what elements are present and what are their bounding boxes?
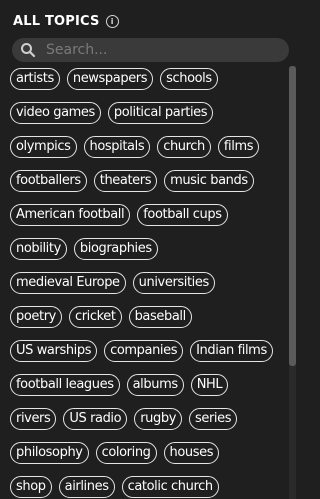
- topic-tag[interactable]: Indian films: [190, 340, 273, 362]
- topic-tag[interactable]: houses: [163, 442, 220, 464]
- topic-tag[interactable]: olympics: [10, 136, 77, 158]
- scroll-thumb[interactable]: [289, 66, 296, 366]
- tag-row: olympics hospitals church films: [10, 136, 288, 158]
- topics-title: ALL TOPICS: [13, 13, 100, 29]
- topic-tag[interactable]: video games: [10, 102, 101, 124]
- topic-tag[interactable]: political parties: [107, 102, 214, 124]
- tag-row: US warships companies Indian films: [10, 340, 288, 362]
- topic-tag[interactable]: hospitals: [83, 136, 151, 158]
- topic-tag[interactable]: football cups: [137, 204, 228, 226]
- topics-header: ALL TOPICS i: [13, 11, 119, 31]
- topic-tag[interactable]: nobility: [10, 238, 67, 260]
- topic-tag[interactable]: companies: [104, 340, 184, 362]
- topic-tag[interactable]: albums: [126, 374, 184, 396]
- tag-row: footballers theaters music bands: [10, 170, 288, 192]
- tag-row: shop airlines catolic church: [10, 476, 288, 498]
- topic-tag[interactable]: footballers: [10, 170, 87, 192]
- search-icon: [21, 43, 36, 58]
- tag-row: artists newspapers schools: [10, 68, 288, 90]
- topic-tag[interactable]: football leagues: [10, 374, 120, 396]
- tag-row: poetry cricket baseball: [10, 306, 288, 328]
- tag-row: medieval Europe universities: [10, 272, 288, 294]
- tag-row: rivers US radio rugby series: [10, 408, 288, 430]
- topic-tag[interactable]: shop: [10, 476, 52, 498]
- topic-tag[interactable]: poetry: [10, 306, 62, 328]
- topic-tag[interactable]: schools: [160, 68, 218, 90]
- topic-tag[interactable]: series: [189, 408, 238, 430]
- topic-tag[interactable]: music bands: [164, 170, 254, 192]
- topic-tag[interactable]: American football: [10, 204, 131, 226]
- topic-tag[interactable]: US warships: [10, 340, 98, 362]
- scrollbar[interactable]: [289, 66, 296, 499]
- topic-tag[interactable]: coloring: [95, 442, 157, 464]
- topic-tag[interactable]: rugby: [134, 408, 182, 430]
- topic-tag[interactable]: US radio: [63, 408, 128, 430]
- topic-tag-list: artists newspapers schools video games polit…: [10, 68, 288, 498]
- search-input[interactable]: [44, 41, 268, 59]
- topic-tag[interactable]: artists: [10, 68, 60, 90]
- topic-tag[interactable]: airlines: [58, 476, 115, 498]
- topic-tag[interactable]: biographies: [73, 238, 158, 260]
- tag-row: American football football cups: [10, 204, 288, 226]
- topic-tag[interactable]: newspapers: [66, 68, 154, 90]
- topic-tag[interactable]: films: [217, 136, 260, 158]
- topic-tag[interactable]: catolic church: [121, 476, 219, 498]
- topic-tag[interactable]: church: [157, 136, 211, 158]
- tag-row: philosophy coloring houses: [10, 442, 288, 464]
- topic-tag[interactable]: baseball: [128, 306, 192, 328]
- topic-tag[interactable]: theaters: [93, 170, 158, 192]
- tag-row: football leagues albums NHL: [10, 374, 288, 396]
- search-bar[interactable]: [12, 38, 289, 62]
- info-icon[interactable]: i: [105, 14, 119, 28]
- topic-tag[interactable]: universities: [132, 272, 215, 294]
- topic-tag[interactable]: cricket: [68, 306, 122, 328]
- topic-tag[interactable]: medieval Europe: [10, 272, 126, 294]
- topic-tag[interactable]: philosophy: [10, 442, 89, 464]
- topic-tag[interactable]: rivers: [10, 408, 57, 430]
- topic-tag[interactable]: NHL: [190, 374, 229, 396]
- tag-row: video games political parties: [10, 102, 288, 124]
- tag-row: nobility biographies: [10, 238, 288, 260]
